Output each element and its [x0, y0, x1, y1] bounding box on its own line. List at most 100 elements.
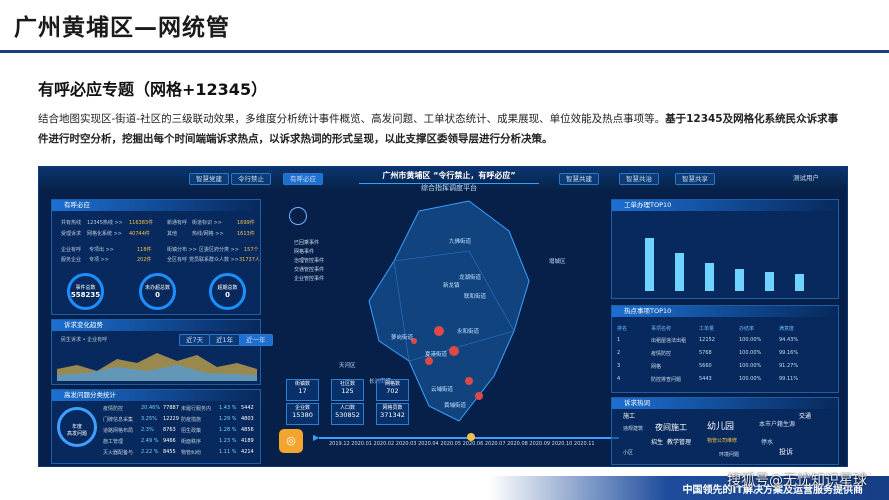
stat-value: 125	[341, 387, 354, 395]
hotspot-cell: 防控排查问题	[651, 377, 682, 383]
map-legend-item[interactable]: 网格事件	[294, 248, 324, 255]
hotword[interactable]: 环境问题	[719, 451, 739, 458]
hot-issue-num: 9466	[163, 438, 176, 444]
map-legend-item[interactable]: 治理管控事件	[294, 257, 324, 264]
hotword[interactable]: 招生	[651, 437, 663, 446]
hotspot-cell: 99.11%	[779, 376, 799, 382]
panel-title: 诉求变化趋势	[52, 320, 260, 331]
hotword[interactable]: 教学管理	[667, 437, 691, 446]
hot-issue-pct: 2.3%	[141, 427, 154, 433]
hot-issue-name: 门牌信息采集	[103, 417, 134, 423]
timeline-handle[interactable]	[467, 433, 475, 441]
map-region-label[interactable]: 新龙镇	[443, 281, 460, 289]
map-region-label[interactable]: 萝岗街道	[391, 333, 413, 341]
kv-5: 1699件	[237, 220, 255, 226]
hotspot-cell: 1	[617, 337, 621, 343]
map-legend: 已回乘事件网格事件治理管控事件 交通管控事件 企业管控事件	[294, 239, 324, 284]
hotword[interactable]: 投诉	[779, 447, 793, 457]
order-bar	[705, 263, 714, 291]
map-legend-item[interactable]: 交通管控事件	[294, 266, 324, 273]
tab-left-1[interactable]: 令行禁止	[231, 173, 271, 185]
hotword[interactable]: 夜间施工	[655, 422, 687, 433]
hotword[interactable]: 小区	[623, 449, 633, 456]
map-region-label[interactable]: 九佛街道	[449, 237, 471, 245]
panel-hotspots: 热点事项TOP10	[611, 305, 839, 393]
map-region-label[interactable]: 联和街道	[464, 292, 486, 300]
compass-icon[interactable]	[289, 207, 307, 225]
hotspot-header: 办结率	[739, 326, 755, 332]
kv-7[interactable]: 网格化系统 >>	[87, 230, 122, 237]
kv-18: 服务企业	[61, 257, 82, 263]
hot-issue-pct: 3.25%	[141, 416, 157, 422]
hotspot-cell: 5768	[699, 350, 712, 356]
stat-label: 网格员数	[382, 405, 403, 411]
map-region-label[interactable]: 龙湖街道	[459, 273, 481, 281]
map-region-label[interactable]: 黄埔街道	[444, 401, 466, 409]
tab-left-2[interactable]: 有呼必应	[283, 173, 323, 185]
hot-issues-ring: 年度 高发问题	[57, 407, 97, 447]
user-name[interactable]: 测试用户	[787, 173, 825, 185]
tab-left-0[interactable]: 智慧党建	[189, 173, 229, 185]
hot-issue-pct: 20.46%	[141, 405, 161, 411]
hotspot-cell: 91.27%	[779, 363, 799, 369]
hotspot-cell: 2	[617, 350, 621, 356]
map-region-label[interactable]: 天河区	[339, 361, 356, 369]
play-button[interactable]: ◎	[279, 429, 303, 453]
tab-right-1[interactable]: 智慧共治	[619, 173, 659, 185]
tab-right-0[interactable]: 智慧共建	[559, 173, 599, 185]
hot-issue-pct: 2.22 %	[141, 449, 159, 455]
stat-value: 702	[386, 387, 399, 395]
hot-issue-num: 12229	[163, 416, 179, 422]
timeline-play-icon[interactable]: ▶	[313, 433, 319, 442]
kv-13[interactable]: 专项出 >>	[89, 246, 114, 253]
stat-value: 15380	[292, 411, 313, 419]
panel-title: 有呼必应	[52, 200, 260, 211]
kv-22[interactable]: 党员联系群众人数 >>	[189, 256, 239, 263]
stat-card: 网格员数 371342	[376, 403, 409, 425]
kv-10[interactable]: 热线/网格 >>	[192, 230, 224, 237]
description: 结合地图实现区-街道-社区的三级联动效果，多维度分析统计事件概览、高发问题、工单…	[38, 109, 848, 149]
panel-title: 工单办理TOP10	[612, 200, 838, 211]
map-region-label[interactable]: 夏港街道	[425, 350, 447, 358]
kv-3: 新通有呼	[167, 220, 188, 226]
hotword[interactable]: 施工	[623, 411, 635, 420]
kv-21: 全区有呼	[167, 257, 188, 263]
map-legend-item[interactable]: 已回乘事件	[294, 239, 324, 246]
map-legend-item[interactable]: 企业管控事件	[294, 275, 324, 282]
stat-label: 街镇数	[294, 381, 310, 387]
hotword[interactable]: 停水	[761, 437, 773, 446]
hotspot-cell: 100.00%	[739, 363, 762, 369]
hotspot-cell: 3	[617, 363, 621, 369]
section-subtitle: 有呼必应专题（网格+12345）	[38, 80, 268, 99]
hot-issue-pct: 1.28 %	[219, 427, 237, 433]
map-region-label[interactable]: 云埔街道	[431, 385, 453, 393]
kv-0: 共有热线	[61, 220, 82, 226]
hotword[interactable]: 物管公司维修	[707, 437, 737, 444]
hotword[interactable]: 幼儿园	[707, 419, 734, 432]
timeline[interactable]: ▶ 2019.12 2020.01 2020.02 2020.03 2020.0…	[313, 431, 619, 447]
hot-issue-name: 施工管理	[103, 439, 124, 445]
map-region-label[interactable]: 增城区	[549, 257, 566, 265]
hot-issue-num: 4189	[241, 438, 254, 444]
stat-label: 企业数	[294, 405, 310, 411]
stat-label: 网格数	[384, 381, 400, 387]
timeline-dates: 2019.12 2020.01 2020.02 2020.03 2020.04 …	[329, 441, 595, 447]
map-region-label[interactable]: 永和街道	[457, 327, 479, 335]
kv-1[interactable]: 12345热线 >>	[87, 219, 123, 226]
tab-right-2[interactable]: 智慧共享	[675, 173, 715, 185]
kv-4[interactable]: 街道标识 >>	[192, 219, 222, 226]
hotword[interactable]: 交通	[799, 411, 811, 420]
kv-16[interactable]: 区委区府分类 >>	[199, 246, 239, 253]
hot-issue-pct: 2.49 %	[141, 438, 159, 444]
kv-15: 街镇分布 >>	[167, 247, 197, 253]
kv-17: 157个	[244, 247, 259, 253]
order-bar	[735, 269, 744, 291]
hotword[interactable]: 本市户籍生源	[759, 419, 795, 428]
hot-issue-name: 物管纠纷	[181, 450, 202, 456]
stat-card: 人口数 530852	[331, 403, 364, 425]
hotspot-cell: 12152	[699, 337, 715, 343]
hotword[interactable]: 违规建筑	[623, 425, 643, 432]
stat-card: 社区数 125	[331, 379, 364, 401]
hotspot-cell: 5660	[699, 363, 712, 369]
kv-19[interactable]: 专项 >>	[89, 256, 109, 263]
